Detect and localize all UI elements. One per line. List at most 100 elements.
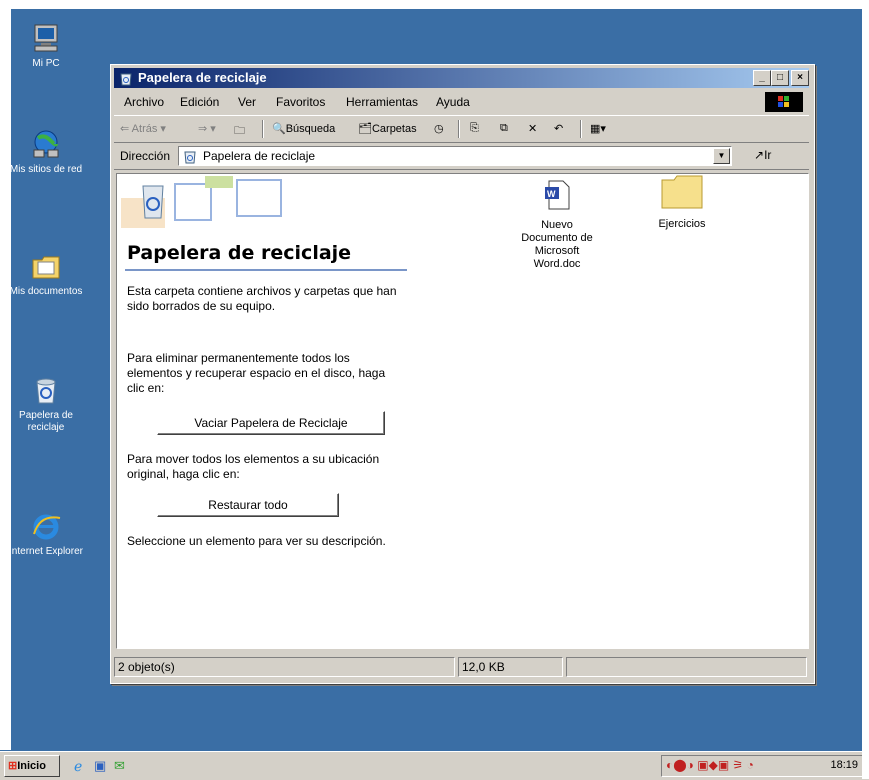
- menu-archivo[interactable]: Archivo: [124, 95, 164, 109]
- desktop-icon-label: Mi PC: [32, 58, 60, 69]
- title-bar[interactable]: Papelera de reciclaje _ □ ×: [114, 68, 809, 88]
- scan-border-top: [0, 0, 869, 9]
- window-title: Papelera de reciclaje: [138, 70, 267, 85]
- folders-button[interactable]: 🗂Carpetas: [358, 122, 417, 135]
- status-size: 12,0 KB: [458, 657, 563, 677]
- menu-ver[interactable]: Ver: [238, 95, 256, 109]
- quick-launch-ie-icon[interactable]: ℯ: [74, 758, 82, 775]
- taskbar: ⊞Inicio ℯ ▣ ✉ ◐⬤◑ ▣◆▣ ⚞ ◔ 18:19: [0, 751, 869, 780]
- move-to-button[interactable]: ⎘: [470, 122, 479, 135]
- delete-icon: ✕: [528, 123, 538, 135]
- folder-name: Ejercicios: [658, 218, 706, 230]
- back-label: Atrás: [131, 123, 158, 135]
- panel-restore-text: Para mover todos los elementos a su ubic…: [127, 452, 380, 481]
- menu-favoritos[interactable]: Favoritos: [276, 95, 325, 109]
- network-places-icon: [33, 130, 59, 158]
- search-icon: 🔍: [272, 123, 286, 135]
- address-input[interactable]: Papelera de reciclaje ▼: [178, 146, 732, 166]
- recycle-bin-icon: [36, 378, 56, 404]
- go-arrow-icon: ↗: [754, 148, 765, 162]
- desktop-icon-my-documents[interactable]: Mis documentos: [6, 250, 86, 298]
- copy-to-icon: ⧉: [500, 122, 508, 134]
- history-button[interactable]: ◷: [434, 122, 444, 135]
- file-item-folder[interactable]: Ejercicios: [637, 174, 727, 231]
- back-button[interactable]: ⇐ Atrás ▾: [120, 122, 166, 135]
- minimize-button[interactable]: _: [753, 70, 771, 86]
- address-dropdown-button[interactable]: ▼: [713, 148, 730, 164]
- menu-edicion[interactable]: Edición: [180, 95, 219, 109]
- toolbar: ⇐ Atrás ▾ ⇒ ▾ 🗀 🔍Búsqueda 🗂Carpetas ◷ ⎘: [114, 115, 809, 143]
- windows-logo-icon: [765, 92, 803, 112]
- up-folder-button[interactable]: 🗀: [234, 122, 245, 141]
- forward-arrow-icon: ⇒ ▾: [198, 123, 216, 135]
- menu-herramientas[interactable]: Herramientas: [346, 95, 418, 109]
- views-button[interactable]: ▦▾: [590, 122, 606, 135]
- tray-icons[interactable]: ◐⬤◑ ▣◆▣ ⚞ ◔: [666, 758, 754, 772]
- folder-content: Papelera de reciclaje Esta carpeta conti…: [116, 173, 809, 649]
- desktop-icon-recycle-bin[interactable]: Papelera de reciclaje: [6, 374, 86, 434]
- search-button[interactable]: 🔍Búsqueda: [272, 122, 335, 135]
- scan-border-right: [862, 0, 869, 779]
- system-tray: ◐⬤◑ ▣◆▣ ⚞ ◔ 18:19: [661, 755, 863, 777]
- back-arrow-icon: ⇐: [120, 123, 132, 135]
- internet-explorer-icon: [33, 514, 61, 540]
- desktop-icon-label: Mis documentos: [9, 286, 83, 297]
- undo-button[interactable]: ↶: [554, 122, 563, 135]
- panel-divider: [125, 269, 407, 271]
- desktop-icon-network[interactable]: Mis sitios de red: [6, 128, 86, 176]
- desktop: Mi PC Mis sitios de red Mis documentos P…: [0, 0, 869, 780]
- web-view-panel: Papelera de reciclaje Esta carpeta conti…: [117, 174, 407, 648]
- empty-recycle-bin-button[interactable]: Vaciar Papelera de Reciclaje: [157, 411, 385, 435]
- undo-icon: ↶: [554, 123, 564, 135]
- my-documents-icon: [32, 256, 60, 279]
- file-name: Nuevo Documento de Microsoft Word.doc: [521, 219, 593, 270]
- address-bar: Dirección Papelera de reciclaje ▼ ↗Ir: [114, 143, 809, 170]
- address-label: Dirección: [120, 149, 171, 163]
- desktop-icon-label: Internet Explorer: [9, 546, 83, 557]
- forward-button[interactable]: ⇒ ▾: [198, 122, 216, 135]
- desktop-icon-label: Mis sitios de red: [9, 164, 83, 175]
- folders-icon: 🗂: [358, 123, 372, 135]
- file-item-word-doc[interactable]: W Nuevo Documento de Microsoft Word.doc: [512, 179, 602, 271]
- svg-text:W: W: [547, 189, 556, 199]
- search-label: Búsqueda: [285, 123, 336, 135]
- up-folder-icon: 🗀: [234, 125, 245, 137]
- move-to-icon: ⎘: [470, 122, 479, 134]
- quick-launch-desktop-icon[interactable]: ▣: [94, 758, 106, 774]
- views-icon: ▦▾: [590, 123, 606, 135]
- close-button[interactable]: ×: [791, 70, 809, 86]
- desktop-icon-my-pc[interactable]: Mi PC: [6, 22, 86, 70]
- maximize-button[interactable]: □: [771, 70, 789, 86]
- history-icon: ◷: [434, 123, 444, 135]
- folder-icon: [661, 175, 703, 209]
- start-button[interactable]: ⊞Inicio: [4, 755, 60, 777]
- go-button[interactable]: ↗Ir: [754, 148, 771, 162]
- menu-bar: Archivo Edición Ver Favoritos Herramient…: [114, 91, 809, 113]
- panel-select-text: Seleccione un elemento para ver su descr…: [127, 534, 386, 548]
- desktop-icon-internet-explorer[interactable]: Internet Explorer: [6, 510, 86, 558]
- clock: 18:19: [830, 759, 858, 771]
- quick-launch-outlook-icon[interactable]: ✉: [114, 758, 125, 774]
- recycle-bin-icon: [120, 73, 132, 86]
- desktop-icon-label: Papelera de reciclaje: [19, 410, 73, 433]
- status-bar: 2 objeto(s) 12,0 KB: [114, 657, 809, 677]
- explorer-window: Papelera de reciclaje _ □ × Archivo Edic…: [110, 64, 815, 684]
- menu-ayuda[interactable]: Ayuda: [436, 95, 470, 109]
- panel-empty-text: Para eliminar permanentemente todos los …: [127, 351, 386, 395]
- word-document-icon: W: [545, 180, 570, 210]
- my-computer-icon: [34, 24, 58, 52]
- recycle-bin-icon: [184, 151, 196, 164]
- folders-label: Carpetas: [371, 123, 417, 135]
- restore-all-button[interactable]: Restaurar todo: [157, 493, 339, 517]
- start-label: Inicio: [17, 760, 46, 772]
- copy-to-button[interactable]: ⧉: [500, 122, 508, 135]
- status-object-count: 2 objeto(s): [114, 657, 455, 677]
- panel-intro: Esta carpeta contiene archivos y carpeta…: [127, 284, 397, 313]
- address-value: Papelera de reciclaje: [203, 149, 316, 163]
- scan-border-left: [0, 0, 11, 750]
- go-label: Ir: [764, 148, 772, 162]
- panel-title: Papelera de reciclaje: [127, 242, 352, 264]
- windows-flag-icon: ⊞: [8, 760, 18, 772]
- recycle-bin-header-graphic: [121, 176, 282, 228]
- delete-button[interactable]: ✕: [528, 122, 537, 135]
